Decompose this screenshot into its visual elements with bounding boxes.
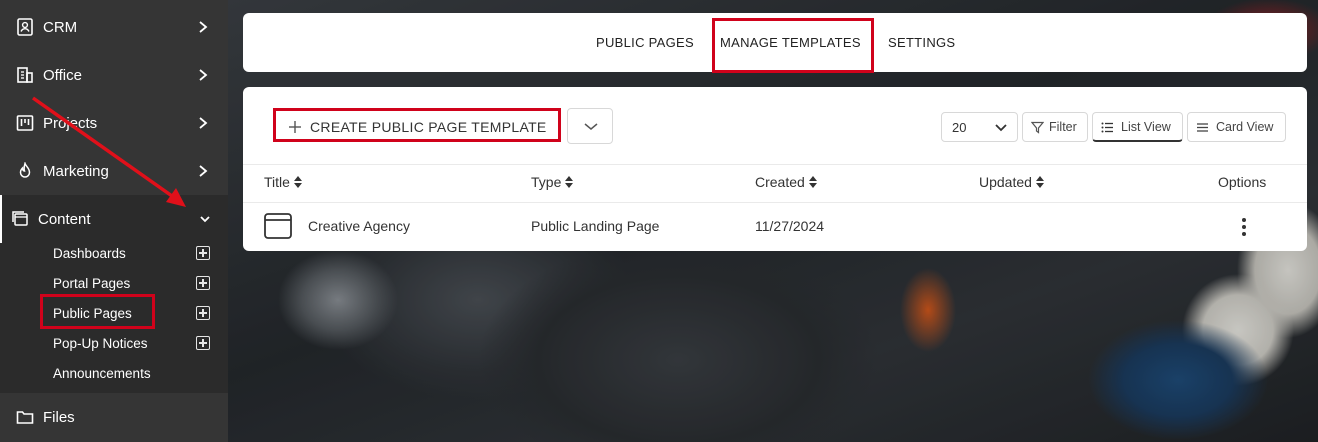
filter-label: Filter [1049, 120, 1077, 134]
sidebar-item-content[interactable]: Content [0, 195, 228, 243]
filter-icon [1031, 121, 1044, 134]
tabs-bar: PUBLIC PAGES MANAGE TEMPLATES SETTINGS [243, 13, 1307, 73]
highlight-box-manage-templates [712, 18, 874, 73]
folder-icon [16, 411, 34, 424]
card-view-label: Card View [1216, 120, 1274, 134]
card-view-icon [1197, 123, 1208, 132]
stacked-windows-icon [12, 211, 28, 226]
sort-icon [293, 176, 302, 188]
highlight-box-public-pages [40, 294, 155, 329]
sidebar-item-label: CRM [43, 18, 78, 36]
list-view-button[interactable]: List View [1092, 112, 1183, 142]
column-header-options: Options [1218, 174, 1267, 190]
header-label: Title [264, 174, 290, 190]
sidebar-item-marketing[interactable]: Marketing [0, 147, 228, 195]
submenu-item-dashboards[interactable]: Dashboards [53, 238, 126, 268]
header-label: Type [531, 174, 562, 190]
sidebar-item-office[interactable]: Office [0, 51, 228, 99]
column-header-type[interactable]: Type [531, 174, 574, 190]
header-divider [243, 202, 1307, 203]
templates-panel: CREATE PUBLIC PAGE TEMPLATE 20 Filter Li… [243, 87, 1307, 251]
sort-icon [565, 176, 574, 188]
browser-window-icon [264, 213, 292, 239]
row-type: Public Landing Page [531, 218, 660, 234]
sidebar-item-label: Projects [43, 114, 98, 132]
submenu-item-announcements[interactable]: Announcements [53, 358, 151, 388]
chevron-down-icon [200, 216, 210, 223]
sort-icon [1035, 176, 1044, 188]
header-label: Updated [979, 174, 1032, 190]
row-created: 11/27/2024 [755, 218, 825, 234]
header-label: Created [755, 174, 805, 190]
tab-public-pages[interactable]: PUBLIC PAGES [596, 13, 694, 72]
sidebar: CRM Office Projects Marketing Content Da… [0, 0, 228, 442]
row-title[interactable]: Creative Agency [308, 218, 410, 234]
chevron-right-icon [199, 165, 208, 177]
create-template-button[interactable]: CREATE PUBLIC PAGE TEMPLATE [273, 108, 561, 142]
submenu-item-popup-notices[interactable]: Pop-Up Notices [53, 328, 148, 358]
sidebar-item-label: Office [43, 66, 82, 84]
office-building-icon [17, 67, 33, 83]
column-header-title[interactable]: Title [264, 174, 302, 190]
create-template-label: CREATE PUBLIC PAGE TEMPLATE [310, 119, 547, 135]
add-public-page-icon[interactable] [196, 306, 210, 320]
add-dashboard-icon[interactable] [196, 246, 210, 260]
list-view-label: List View [1121, 119, 1171, 134]
column-header-updated[interactable]: Updated [979, 174, 1044, 190]
sidebar-item-label: Files [43, 408, 75, 426]
flame-icon [19, 162, 31, 178]
column-header-created[interactable]: Created [755, 174, 817, 190]
chevron-down-icon [584, 123, 598, 130]
tab-settings[interactable]: SETTINGS [888, 13, 955, 72]
create-options-dropdown[interactable] [567, 108, 613, 144]
add-portal-page-icon[interactable] [196, 276, 210, 290]
sidebar-item-crm[interactable]: CRM [0, 3, 228, 51]
sidebar-item-projects[interactable]: Projects [0, 99, 228, 147]
list-icon [1101, 122, 1113, 133]
row-options-kebab-icon[interactable] [1241, 218, 1247, 236]
chevron-right-icon [199, 21, 208, 33]
per-page-select[interactable]: 20 [941, 112, 1018, 142]
add-popup-notice-icon[interactable] [196, 336, 210, 350]
sidebar-item-label: Marketing [43, 162, 109, 180]
chevron-down-icon [995, 124, 1007, 132]
kanban-board-icon [16, 115, 34, 131]
card-view-button[interactable]: Card View [1187, 112, 1286, 142]
chevron-right-icon [199, 117, 208, 129]
plus-icon [289, 121, 301, 133]
chevron-right-icon [199, 69, 208, 81]
toolbar-divider [243, 164, 1307, 165]
sidebar-item-files[interactable]: Files [0, 393, 228, 441]
sidebar-item-label: Content [38, 210, 91, 228]
sort-icon [808, 176, 817, 188]
filter-button[interactable]: Filter [1022, 112, 1088, 142]
per-page-value: 20 [952, 120, 967, 135]
contact-book-icon [17, 18, 33, 36]
